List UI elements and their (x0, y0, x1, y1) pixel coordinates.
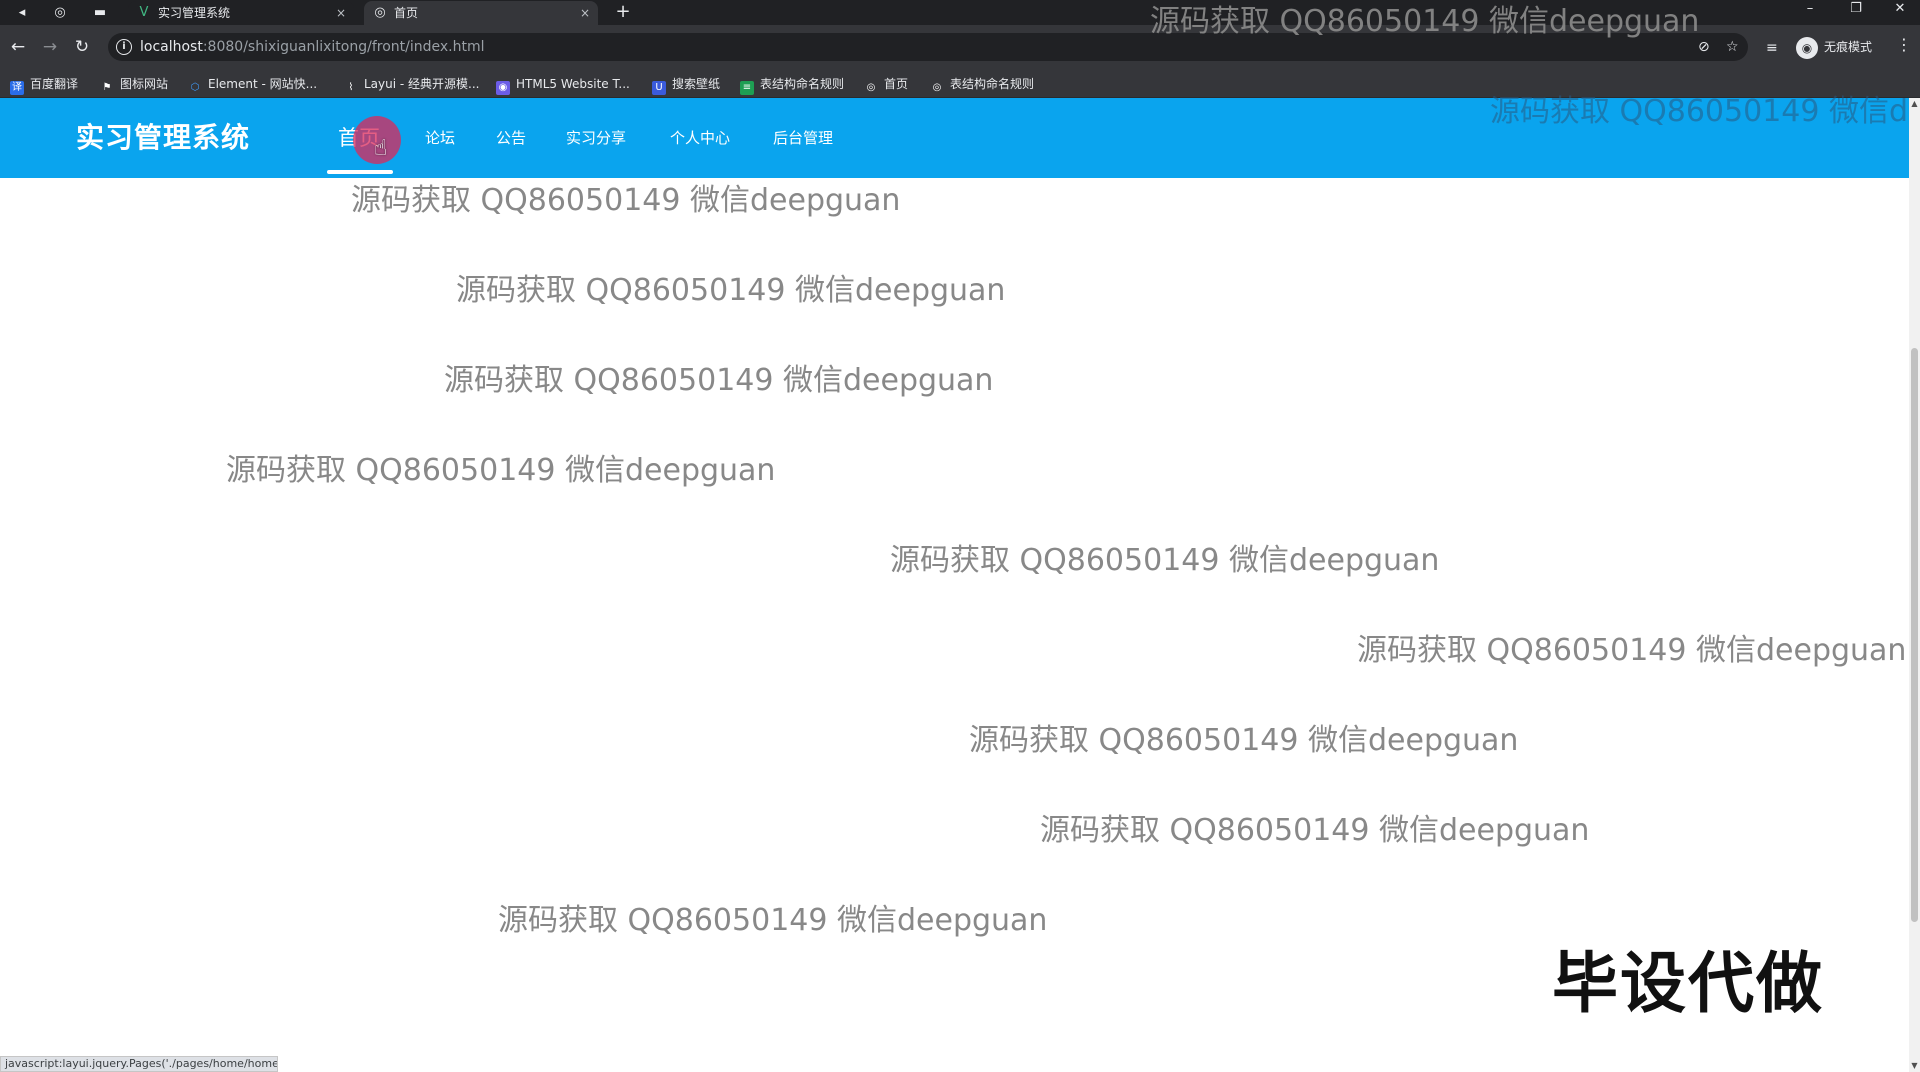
new-tab-button[interactable]: + (610, 0, 636, 24)
element-icon: ⬡ (190, 82, 200, 93)
link-status-bar: javascript:layui.jquery.Pages('./pages/h… (0, 1056, 278, 1072)
eye-off-icon[interactable]: ⊘ (1698, 39, 1710, 55)
flag-icon: ⚑ (102, 82, 112, 93)
wallpaper-icon: U (652, 81, 666, 95)
html5-icon: ◉ (496, 81, 510, 95)
bookmark-layui[interactable]: ⌇ Layui - 经典开源模... (344, 73, 480, 95)
minimize-button[interactable]: – (1790, 0, 1830, 20)
tab-title: 首页 (394, 6, 419, 20)
incognito-profile[interactable]: ◉ 无痕模式 (1796, 34, 1872, 60)
watermark-text: 源码获取 QQ86050149 微信deepguan (969, 723, 1519, 758)
sheet-icon: ≡ (740, 81, 754, 95)
bookmark-baidu-translate[interactable]: 译百度翻译 (10, 73, 78, 95)
reload-button[interactable]: ↻ (70, 35, 94, 59)
watermark-text: 源码获取 QQ86050149 微信deepguan (226, 453, 776, 488)
tab-audio-icon[interactable]: ◂ (8, 2, 36, 24)
scroll-thumb[interactable] (1911, 348, 1918, 922)
baidu-translate-icon: 译 (10, 81, 24, 95)
watermark-text: 源码获取 QQ86050149 微信deepguan (1040, 813, 1590, 848)
globe-icon: ◎ (374, 5, 386, 20)
address-url[interactable]: localhost:8080/shixiguanlixitong/front/i… (140, 33, 485, 61)
bookmark-html5[interactable]: ◉ HTML5 Website T... (496, 73, 630, 95)
watermark-text: 源码获取 QQ86050149 微信deepguan (444, 363, 994, 398)
vue-logo-icon: V (139, 5, 149, 20)
tab-internship-system[interactable]: V 实习管理系统 × (128, 1, 354, 25)
scroll-up-icon[interactable]: ▲ (1909, 98, 1920, 110)
watermark-text: 源码获取 QQ86050149 微信deepguan (890, 543, 1440, 578)
watermark-text: 源码获取 QQ86050149 微信deepguan (498, 903, 1048, 938)
nav-forum[interactable]: 论坛 (425, 98, 455, 178)
tab-home[interactable]: ◎ 首页 × (364, 1, 598, 25)
bookmark-home[interactable]: ◎ 首页 (864, 73, 908, 95)
tab-search-icon[interactable]: ◎ (46, 2, 74, 24)
incognito-icon: ◉ (1796, 36, 1818, 59)
bookmark-icon-site[interactable]: ⚑ 图标网站 (100, 73, 169, 95)
watermark-text: 源码获取 QQ86050149 微信deepguan (1150, 4, 1700, 39)
close-window-button[interactable]: ✕ (1880, 0, 1920, 20)
reading-list-icon[interactable]: ≡ (1766, 40, 1778, 56)
tab-close-icon[interactable]: × (580, 1, 590, 25)
bookmark-wallpaper[interactable]: U 搜索壁纸 (652, 73, 720, 95)
bookmark-table-naming[interactable]: ≡ 表结构命名规则 (740, 73, 844, 95)
globe-icon: ◎ (932, 82, 942, 93)
pointer-cursor-icon: ☝ (374, 136, 388, 161)
nav-active-underline (327, 170, 393, 174)
nav-personal-center[interactable]: 个人中心 (670, 98, 730, 178)
url-host: localhost (140, 39, 203, 55)
nav-internship-share[interactable]: 实习分享 (566, 98, 626, 178)
scroll-down-icon[interactable]: ▼ (1909, 1060, 1920, 1072)
site-info-icon[interactable]: i (116, 39, 132, 55)
corner-brand-text: 毕设代做 (1552, 945, 1824, 1022)
restore-button[interactable]: ❐ (1836, 0, 1876, 20)
tab-window-icon[interactable]: ▬ (86, 2, 114, 24)
tab-title: 实习管理系统 (158, 6, 231, 20)
bookmark-element[interactable]: ⬡ Element - 网站快... (188, 73, 317, 95)
forward-button[interactable]: → (38, 35, 62, 59)
site-brand[interactable]: 实习管理系统 (76, 98, 250, 178)
back-button[interactable]: ← (6, 35, 30, 59)
globe-icon: ◎ (866, 82, 876, 93)
bookmark-table-naming-2[interactable]: ◎ 表结构命名规则 (930, 73, 1034, 95)
url-path: :8080/shixiguanlixitong/front/index.html (202, 39, 485, 55)
nav-announcement[interactable]: 公告 (496, 98, 526, 178)
layui-icon: ⌇ (348, 82, 354, 93)
watermark-text: 源码获取 QQ86050149 微信de (1490, 94, 1909, 129)
nav-admin[interactable]: 后台管理 (773, 98, 833, 178)
watermark-text: 源码获取 QQ86050149 微信deepguan (1357, 633, 1907, 668)
tab-close-icon[interactable]: × (336, 1, 346, 25)
profile-label: 无痕模式 (1824, 40, 1873, 54)
watermark-text: 源码获取 QQ86050149 微信deepguan (456, 273, 1006, 308)
browser-menu-icon[interactable]: ⋮ (1896, 35, 1912, 54)
watermark-text: 源码获取 QQ86050149 微信deepguan (351, 183, 901, 218)
bookmark-star-icon[interactable]: ☆ (1726, 39, 1739, 55)
